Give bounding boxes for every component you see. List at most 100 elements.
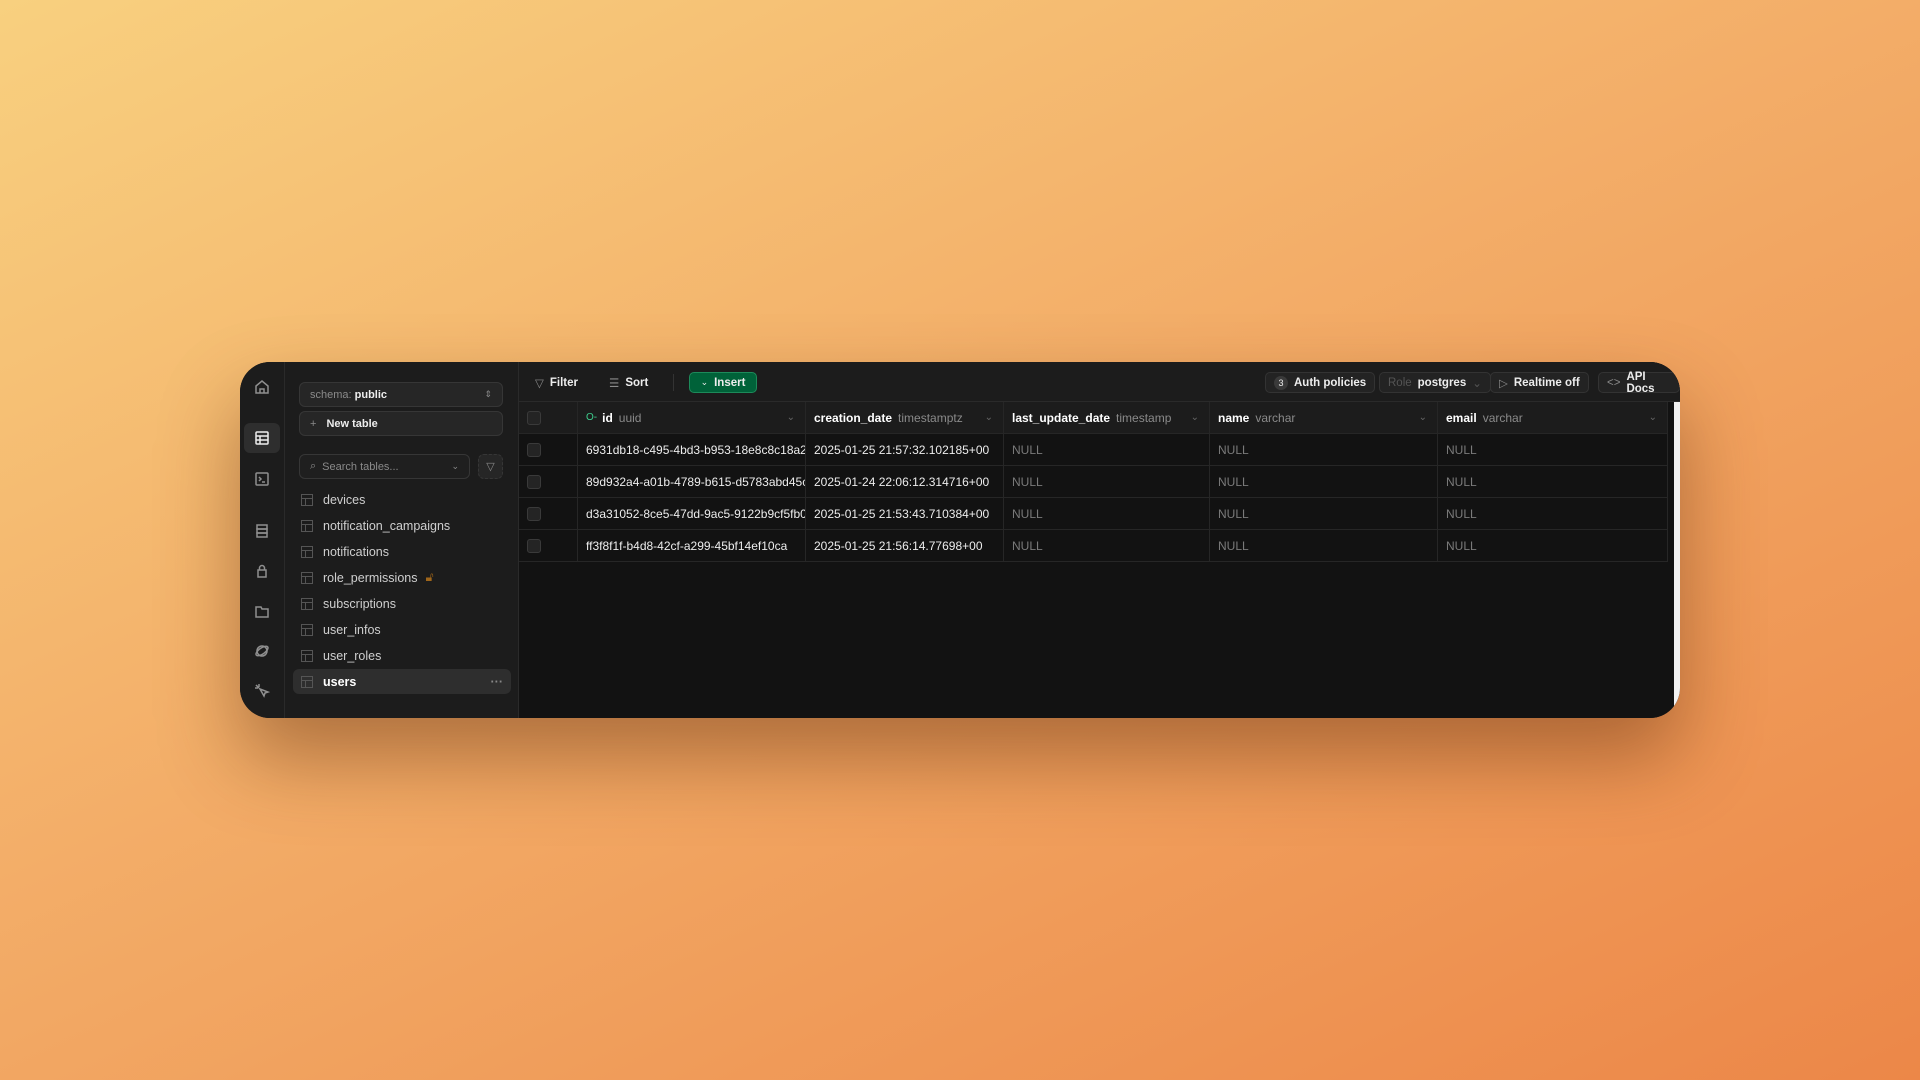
column-name: creation_date — [814, 410, 893, 425]
column-header-creation_date[interactable]: creation_date timestamptz ⌄ — [806, 402, 1004, 433]
column-header-last_update_date[interactable]: last_update_date timestamp ⌄ — [1004, 402, 1210, 433]
unlocked-icon: 🔓︎ — [425, 570, 434, 584]
table-item-subscriptions[interactable]: subscriptions — [293, 591, 511, 616]
table-row[interactable]: 6931db18-c495-4bd3-b953-18e8c8c18a26 2025… — [519, 434, 1668, 466]
cell-last_update_date[interactable]: NULL — [1004, 530, 1210, 561]
table-icon — [301, 493, 313, 506]
search-tables-input[interactable]: ⌕ Search tables... ⌄ — [299, 454, 470, 479]
chevron-down-icon: ⌄ — [700, 377, 709, 387]
row-checkbox[interactable] — [527, 538, 541, 553]
realtime-toggle[interactable]: ▷ Realtime off — [1490, 372, 1589, 393]
cell-email[interactable]: NULL — [1438, 466, 1668, 497]
more-options-icon[interactable]: ··· — [491, 675, 504, 689]
row-select-cell — [519, 498, 578, 529]
table-item-notifications[interactable]: notifications — [293, 539, 511, 564]
row-checkbox[interactable] — [527, 442, 541, 457]
table-icon — [301, 623, 313, 636]
cell-creation_date[interactable]: 2025-01-24 22:06:12.314716+00 — [806, 466, 1004, 497]
table-item-devices[interactable]: devices — [293, 487, 511, 512]
row-select-cell — [519, 434, 578, 465]
search-placeholder: Search tables... — [322, 460, 399, 473]
sql-editor-icon[interactable] — [244, 464, 280, 494]
table-item-user_infos[interactable]: user_infos — [293, 617, 511, 642]
auth-lock-icon[interactable] — [244, 556, 280, 586]
table-name: user_roles — [323, 648, 382, 663]
role-select[interactable]: Role postgres ⌄ — [1379, 372, 1491, 393]
scrollbar[interactable] — [1674, 402, 1680, 718]
cell-last_update_date[interactable]: NULL — [1004, 466, 1210, 497]
cell-id[interactable]: 89d932a4-a01b-4789-b615-d5783abd45c — [578, 466, 806, 497]
chevron-down-icon[interactable]: ⌄ — [985, 412, 993, 423]
chevron-down-icon[interactable]: ⌄ — [1419, 412, 1427, 423]
chevron-down-icon[interactable]: ⌄ — [1191, 412, 1199, 423]
table-sidebar: schema: public ⇕ + New table ⌕ Search tab… — [285, 362, 519, 718]
cell-last_update_date[interactable]: NULL — [1004, 434, 1210, 465]
cell-last_update_date[interactable]: NULL — [1004, 498, 1210, 529]
cell-id[interactable]: d3a31052-8ce5-47dd-9ac5-9122b9cf5fb0 — [578, 498, 806, 529]
cell-email[interactable]: NULL — [1438, 434, 1668, 465]
table-row[interactable]: ff3f8f1f-b4d8-42cf-a299-45bf14ef10ca 2025… — [519, 530, 1668, 562]
auth-policies-button[interactable]: 3 Auth policies — [1265, 372, 1376, 393]
table-row[interactable]: d3a31052-8ce5-47dd-9ac5-9122b9cf5fb0 2025… — [519, 498, 1668, 530]
column-name: email — [1446, 410, 1477, 425]
table-item-user_roles[interactable]: user_roles — [293, 643, 511, 668]
cell-email[interactable]: NULL — [1438, 530, 1668, 561]
cell-creation_date[interactable]: 2025-01-25 21:57:32.102185+00 — [806, 434, 1004, 465]
cell-id[interactable]: ff3f8f1f-b4d8-42cf-a299-45bf14ef10ca — [578, 530, 806, 561]
cell-name[interactable]: NULL — [1210, 466, 1438, 497]
schema-select[interactable]: schema: public ⇕ — [299, 382, 503, 407]
column-header-name[interactable]: name varchar ⌄ — [1210, 402, 1438, 433]
cell-name[interactable]: NULL — [1210, 434, 1438, 465]
table-editor-icon[interactable] — [244, 423, 280, 453]
table-name: devices — [323, 492, 366, 507]
row-select-cell — [519, 466, 578, 497]
toolbar: ▽ Filter ☰ Sort ⌄ Insert 3 Auth policies Rol… — [519, 362, 1680, 402]
column-type: timestamptz — [898, 410, 963, 425]
home-icon[interactable] — [244, 372, 280, 402]
chevrons-icon: ⌄ — [451, 461, 459, 471]
schema-value: public — [354, 388, 388, 401]
row-checkbox[interactable] — [527, 474, 541, 489]
table-icon — [301, 597, 313, 610]
realtime-icon[interactable] — [244, 636, 280, 666]
chevron-down-icon[interactable]: ⌄ — [787, 412, 795, 423]
select-all-checkbox[interactable] — [527, 410, 541, 425]
auth-policies-label: Auth policies — [1294, 376, 1367, 389]
table-view: ▽ Filter ☰ Sort ⌄ Insert 3 Auth policies Rol… — [519, 362, 1680, 718]
search-icon: ⌕ — [310, 460, 317, 472]
row-checkbox[interactable] — [527, 506, 541, 521]
table-item-role_permissions[interactable]: role_permissions 🔓︎ — [293, 565, 511, 590]
column-type: varchar — [1482, 410, 1523, 425]
table-item-users[interactable]: users ··· — [293, 669, 511, 694]
database-icon[interactable] — [244, 516, 280, 546]
new-table-button[interactable]: + New table — [299, 411, 503, 436]
cell-name[interactable]: NULL — [1210, 530, 1438, 561]
filter-icon: ▽ — [535, 377, 544, 390]
table-icon — [301, 519, 313, 532]
filter-button[interactable]: ▽ Filter — [527, 372, 586, 393]
table-item-notification_campaigns[interactable]: notification_campaigns — [293, 513, 511, 538]
cell-creation_date[interactable]: 2025-01-25 21:53:43.710384+00 — [806, 498, 1004, 529]
column-header-email[interactable]: email varchar ⌄ — [1438, 402, 1668, 433]
header-row: O-id uuid ⌄ creation_date timestamptz ⌄ last_u… — [519, 402, 1668, 434]
chevron-down-icon: ⌄ — [1472, 377, 1482, 390]
column-type: timestamp — [1116, 410, 1172, 425]
api-docs-button[interactable]: <> API Docs — [1598, 371, 1680, 395]
advisor-cursor-icon[interactable] — [244, 676, 280, 706]
filter-tables-button[interactable]: ▽ — [478, 454, 503, 479]
insert-button[interactable]: ⌄ Insert — [689, 372, 757, 393]
column-header-id[interactable]: O-id uuid ⌄ — [578, 402, 806, 433]
cell-name[interactable]: NULL — [1210, 498, 1438, 529]
cell-id[interactable]: 6931db18-c495-4bd3-b953-18e8c8c18a26 — [578, 434, 806, 465]
table-row[interactable]: 89d932a4-a01b-4789-b615-d5783abd45c 2025-… — [519, 466, 1668, 498]
cell-creation_date[interactable]: 2025-01-25 21:56:14.77698+00 — [806, 530, 1004, 561]
divider — [673, 374, 674, 391]
sort-button[interactable]: ☰ Sort — [601, 372, 656, 393]
table-name: users — [323, 674, 357, 689]
cell-email[interactable]: NULL — [1438, 498, 1668, 529]
chevron-down-icon[interactable]: ⌄ — [1649, 412, 1657, 423]
storage-folder-icon[interactable] — [244, 596, 280, 626]
chevrons-updown-icon: ⇕ — [484, 389, 492, 399]
code-icon: <> — [1607, 376, 1621, 389]
app-window: schema: public ⇕ + New table ⌕ Search tab… — [240, 362, 1680, 718]
